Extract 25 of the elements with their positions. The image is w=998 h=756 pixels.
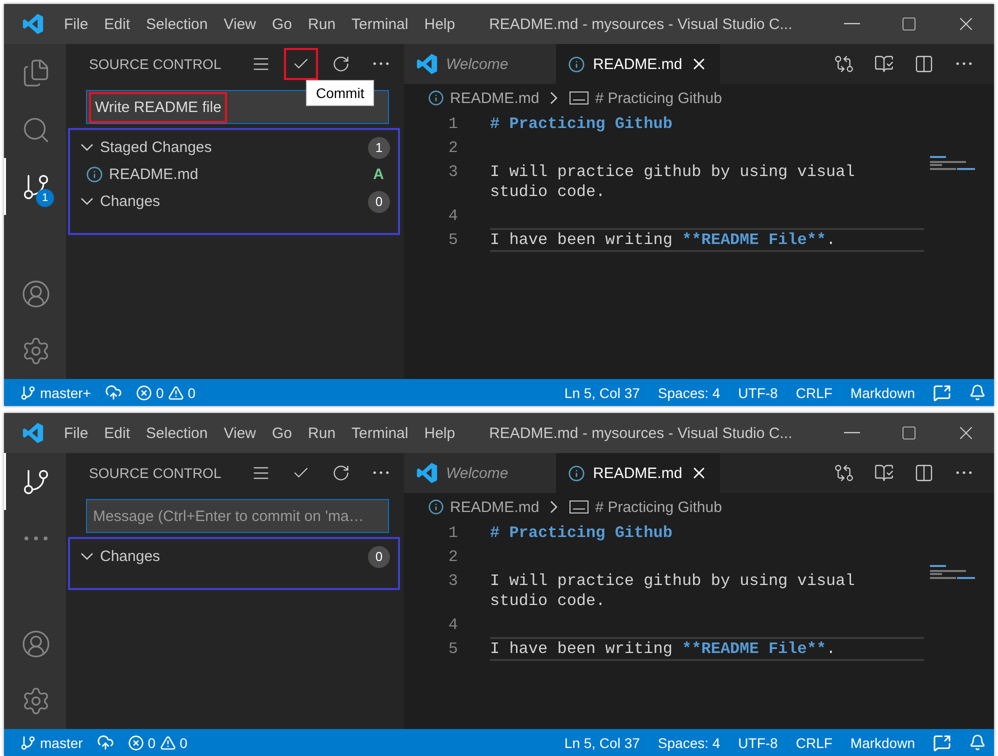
panel-title: SOURCE CONTROL	[89, 465, 222, 481]
count-badge: 0	[368, 546, 390, 568]
line-number: 4	[447, 615, 458, 636]
line-number: 1	[447, 114, 458, 135]
line-number: 4	[447, 206, 458, 227]
window-title: README.md - mysources - Visual Studio C...	[489, 424, 794, 442]
count-badge: 1	[368, 136, 390, 158]
code-line: I will practice github by using visual studio code.	[490, 571, 856, 612]
code-line: # Practicing Github	[490, 523, 674, 544]
window-title: README.md - mysources - Visual Studio C...	[489, 16, 794, 32]
line-number: 1	[447, 523, 458, 544]
line-number: 2	[447, 138, 458, 159]
line-number: 2	[447, 547, 458, 568]
tooltip: Commit	[306, 80, 374, 106]
code-line: # Practicing Github	[490, 114, 674, 135]
line-number: 3	[447, 162, 458, 183]
line-number: 5	[447, 230, 458, 251]
panel-title: SOURCE CONTROL	[89, 56, 222, 72]
code-line: I will practice github by using visual studio code.	[490, 162, 856, 203]
count-badge: 0	[368, 190, 390, 212]
code-line: I have been writing **README File**.	[490, 637, 924, 661]
line-number: 5	[447, 639, 458, 660]
code-line: I have been writing **README File**.	[490, 228, 924, 252]
line-number: 3	[447, 571, 458, 592]
badge: 1	[36, 189, 54, 207]
